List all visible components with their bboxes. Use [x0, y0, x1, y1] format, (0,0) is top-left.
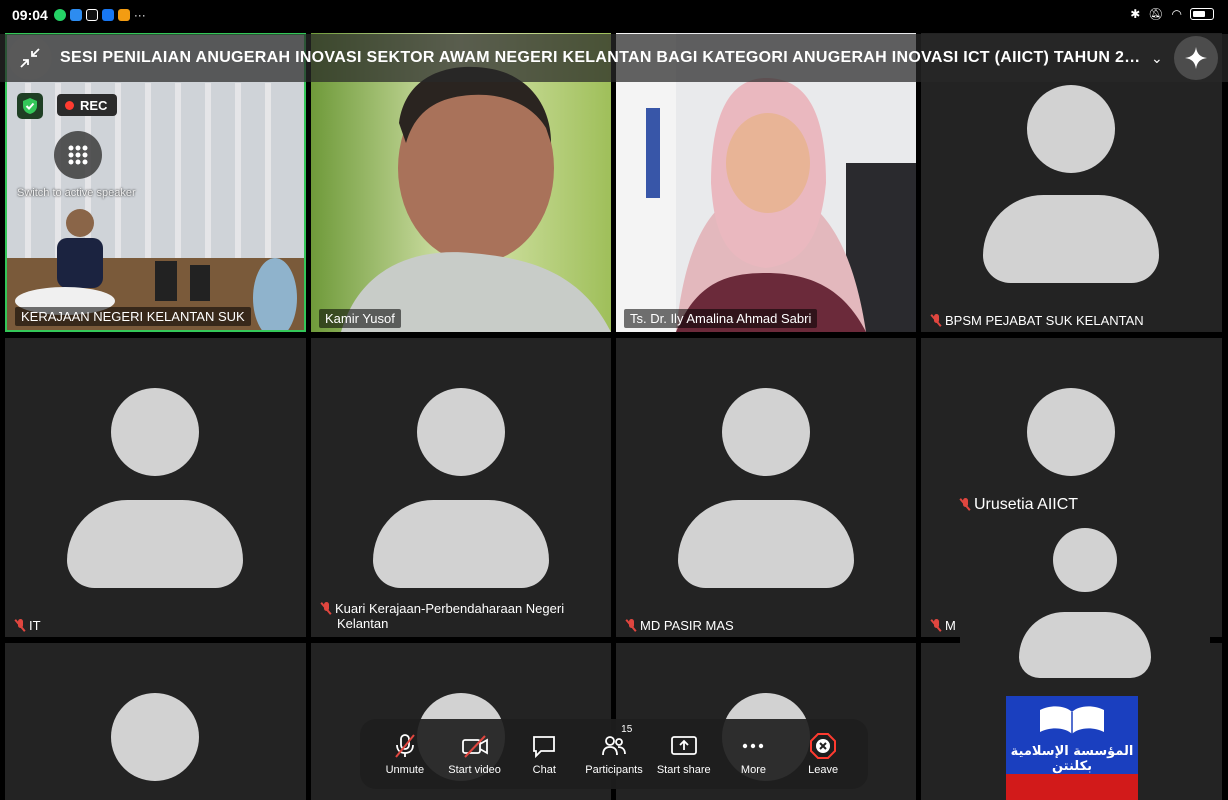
- video-off-icon: [461, 735, 488, 758]
- avatar-body: [678, 500, 854, 588]
- mute-bell-icon: 🔕︎: [1148, 7, 1164, 21]
- mic-muted-icon: [931, 314, 941, 327]
- minimize-meeting-button[interactable]: [8, 36, 52, 80]
- logo-red-band: [1006, 774, 1138, 800]
- participant-tile[interactable]: Kuari Kerajaan-Perbendaharaan Negeri Kel…: [311, 338, 611, 637]
- avatar-body: [983, 195, 1159, 283]
- grid-icon: [68, 145, 88, 165]
- more-label: More: [740, 764, 766, 776]
- encryption-shield-icon[interactable]: [17, 93, 43, 119]
- more-notifications: ···: [133, 8, 146, 22]
- avatar: [417, 388, 505, 476]
- ellipsis-icon: [743, 743, 764, 749]
- participant-tile[interactable]: [5, 643, 306, 800]
- collapse-arrows-icon: [20, 48, 40, 68]
- tiktok-icon: [85, 9, 98, 21]
- start-share-button[interactable]: Start share: [649, 732, 719, 776]
- avatar: [1053, 528, 1117, 592]
- mic-muted-icon: [15, 619, 25, 632]
- leave-label: Leave: [808, 764, 839, 776]
- clock: 09:04: [12, 7, 48, 23]
- mic-muted-icon: [931, 619, 941, 632]
- avatar-body: [1019, 612, 1151, 678]
- participant-name: IT: [15, 618, 41, 633]
- participants-button[interactable]: 15 Participants: [579, 724, 649, 776]
- whatsapp-icon: [53, 9, 66, 21]
- participant-name: M: [931, 618, 956, 633]
- recording-badge[interactable]: REC: [57, 94, 118, 116]
- leave-icon: [810, 733, 837, 759]
- chat-label: Chat: [532, 764, 556, 776]
- participant-tile[interactable]: MD PASIR MAS: [616, 338, 916, 637]
- ai-companion-button[interactable]: [1174, 36, 1218, 80]
- mic-muted-icon: [321, 602, 331, 615]
- facebook-icon: [101, 9, 114, 21]
- meeting-title[interactable]: SESI PENILAIAN ANUGERAH INOVASI SEKTOR A…: [60, 49, 1145, 67]
- message-icon: [69, 9, 82, 21]
- share-screen-icon: [670, 736, 697, 755]
- notification-icons: ···: [53, 8, 146, 22]
- avatar: [1027, 388, 1115, 476]
- chat-icon: [533, 736, 556, 759]
- avatar: [111, 388, 199, 476]
- logo-text: المؤسسة الإسلامية بكلنتن: [1010, 744, 1134, 774]
- avatar: [111, 693, 199, 781]
- unmute-label: Unmute: [385, 764, 425, 776]
- start-share-label: Start share: [656, 764, 711, 776]
- unmute-button[interactable]: Unmute: [370, 732, 440, 776]
- more-button[interactable]: More: [719, 732, 789, 776]
- start-video-button[interactable]: Start video: [440, 732, 510, 776]
- participant-tile[interactable]: IT: [5, 338, 306, 637]
- meeting-title-bar[interactable]: SESI PENILAIAN ANUGERAH INOVASI SEKTOR A…: [0, 34, 1228, 82]
- participants-label: Participants: [585, 764, 643, 776]
- switch-view-label: Switch to active speaker: [17, 187, 136, 199]
- mic-off-icon: [395, 734, 415, 758]
- people-icon: [602, 736, 626, 756]
- participant-name: Kuari Kerajaan-Perbendaharaan Negeri Kel…: [321, 601, 564, 631]
- mic-muted-icon: [960, 498, 970, 511]
- participant-name: Ts. Dr. Ily Amalina Ahmad Sabri: [624, 309, 818, 328]
- avatar: [722, 388, 810, 476]
- participant-name: Kamir Yusof: [319, 309, 401, 328]
- bluetooth-icon: ✱: [1130, 7, 1141, 21]
- avatar-body: [373, 500, 549, 588]
- sparkle-icon: [1185, 47, 1207, 69]
- avatar-body: [67, 500, 243, 588]
- system-status: ✱ 🔕︎ ◠: [1130, 7, 1214, 21]
- app-icon: [117, 9, 130, 21]
- book-icon: [1040, 706, 1104, 734]
- status-bar: 09:04 ··· ✱ 🔕︎ ◠: [0, 0, 1228, 30]
- organization-logo: المؤسسة الإسلامية بكلنتن: [1006, 696, 1138, 800]
- avatar: [1027, 85, 1115, 173]
- mic-muted-icon: [626, 619, 636, 632]
- meeting-toolbar: Unmute Start video Chat 15 Participants …: [360, 719, 868, 789]
- participant-name: BPSM PEJABAT SUK KELANTAN: [931, 313, 1144, 328]
- chat-button[interactable]: Chat: [509, 732, 579, 776]
- chevron-down-icon[interactable]: ⌄: [1151, 50, 1163, 67]
- participants-count: 15: [621, 724, 633, 735]
- self-view-name: Urusetia AIICT: [960, 496, 1210, 514]
- wifi-icon: ◠: [1171, 7, 1182, 21]
- participant-name: KERAJAAN NEGERI KELANTAN SUK: [15, 307, 251, 326]
- battery-icon: [1190, 8, 1214, 20]
- participant-name: MD PASIR MAS: [626, 618, 734, 633]
- leave-button[interactable]: Leave: [788, 732, 858, 776]
- switch-view-button[interactable]: [54, 131, 102, 179]
- start-video-label: Start video: [448, 764, 501, 776]
